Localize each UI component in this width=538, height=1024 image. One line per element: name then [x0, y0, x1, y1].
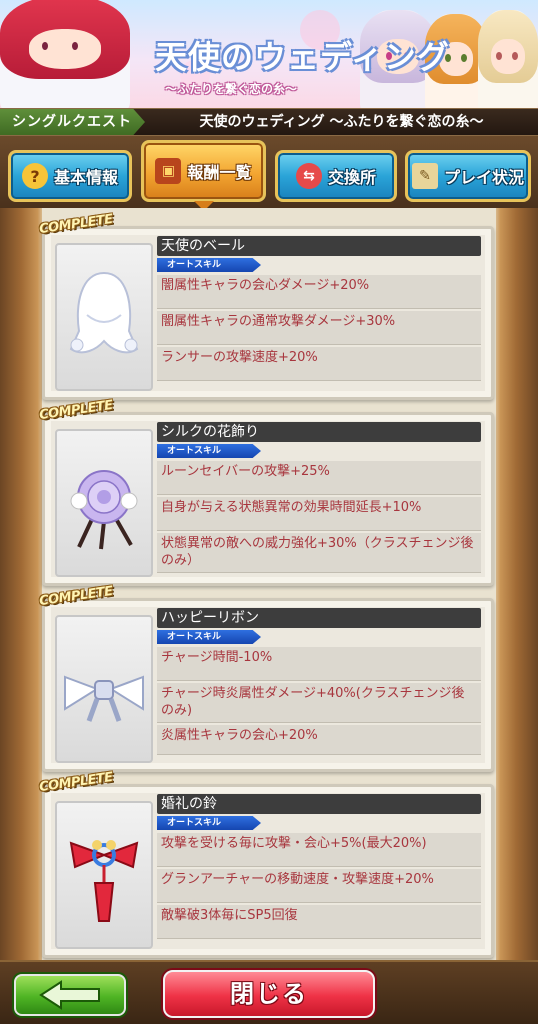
- exchange-icon: ⇆: [295, 163, 322, 189]
- auto-skill-tag: オートスキル: [157, 444, 261, 458]
- veil-icon: [69, 271, 139, 354]
- tab-label: プレイ状況: [443, 168, 524, 187]
- skill-effect: 闇属性キャラの会心ダメージ+20%: [157, 275, 481, 309]
- reward-item-thumbnail: [55, 429, 153, 577]
- event-logo: 天使のウェディング ～ふたりを繋ぐ恋の糸～: [135, 22, 449, 100]
- auto-skill-tag: オートスキル: [157, 258, 261, 272]
- skill-effect: 自身が与える状態異常の効果時間延長+10%: [157, 497, 481, 531]
- quest-name: 天使のウェディング ～ふたりを繋ぐ恋の糸～: [199, 114, 484, 130]
- tab-exchange[interactable]: ⇆ 交換所: [275, 150, 397, 202]
- close-button[interactable]: 閉じる: [163, 970, 375, 1018]
- event-subtitle: ～ふたりを繋ぐ恋の糸～: [165, 82, 298, 96]
- scroll-icon: ✎: [411, 163, 438, 189]
- reward-card: COMPLETE 天使のベール オートスキル 闇属性キャラの会心ダメージ+20%…: [38, 212, 494, 400]
- skill-effect: 闇属性キャラの通常攻撃ダメージ+30%: [157, 311, 481, 345]
- auto-skill-tag: オートスキル: [157, 816, 261, 830]
- quest-info-bar: シングルクエスト 天使のウェディング ～ふたりを繋ぐ恋の糸～: [0, 108, 538, 136]
- skill-effect: グランアーチャーの移動速度・攻撃速度+20%: [157, 869, 481, 903]
- reward-card: COMPLETE ハッピーリボン オートスキル チャージ時間-10% チャージ時…: [38, 584, 494, 772]
- reward-item-thumbnail: [55, 243, 153, 391]
- reward-card: COMPLETE シルクの花飾り オートスキル ルーンセイバーの攻撃+25% 自…: [38, 398, 494, 586]
- tab-play-status[interactable]: ✎ プレイ状況: [405, 150, 531, 202]
- footer-bar: 閉じる: [0, 960, 538, 1024]
- reward-item-thumbnail: [55, 801, 153, 949]
- reward-item-thumbnail: [55, 615, 153, 763]
- skill-effect: チャージ時間-10%: [157, 647, 481, 681]
- ribbon-icon: [64, 675, 144, 722]
- skill-effect: 攻撃を受ける毎に攻撃・会心+5%(最大20%): [157, 833, 481, 867]
- back-button[interactable]: [14, 974, 126, 1016]
- question-icon: ?: [21, 163, 48, 189]
- reward-item-name: シルクの花飾り: [157, 422, 481, 442]
- skill-effect: 炎属性キャラの会心+20%: [157, 725, 481, 755]
- reward-item-name: 天使のベール: [157, 236, 481, 256]
- reward-card: COMPLETE 婚礼の鈴 オートスキル 攻撃を受ける毎に攻撃・会心+5%(最大…: [38, 770, 494, 958]
- bell-charm-icon: [69, 840, 139, 922]
- skill-effect: ランサーの攻撃速度+20%: [157, 347, 481, 381]
- tab-label: 基本情報: [53, 168, 118, 187]
- event-banner: 天使のウェディング ～ふたりを繋ぐ恋の糸～: [0, 0, 538, 108]
- skill-effect: 状態異常の敵への威力強化+30%（クラスチェンジ後のみ）: [157, 533, 481, 573]
- tab-rewards[interactable]: ▣ 報酬一覧: [141, 140, 266, 211]
- reward-list-screen: 天使のウェディング ～ふたりを繋ぐ恋の糸～ シングルクエスト 天使のウェディング…: [0, 0, 538, 1024]
- treasure-chest-icon: ▣: [155, 158, 182, 184]
- character-left-illustration: [0, 0, 130, 108]
- left-arrow-icon: [39, 980, 100, 1010]
- reward-list-frame[interactable]: COMPLETE 天使のベール オートスキル 闇属性キャラの会心ダメージ+20%…: [0, 208, 538, 960]
- reward-item-name: 婚礼の鈴: [157, 794, 481, 814]
- skill-effect: 敵撃破3体毎にSP5回復: [157, 905, 481, 939]
- event-title: 天使のウェディング: [155, 38, 450, 76]
- flower-ornament-icon: [70, 470, 138, 550]
- auto-skill-tag: オートスキル: [157, 630, 261, 644]
- tab-bar: ? 基本情報 ▣ 報酬一覧 ⇆ 交換所 ✎ プレイ状況: [0, 136, 538, 211]
- character-blonde-illustration: [478, 10, 538, 108]
- tab-label: 報酬一覧: [187, 163, 252, 182]
- tab-basic-info[interactable]: ? 基本情報: [8, 150, 132, 202]
- quest-type-label: シングルクエスト: [0, 109, 145, 135]
- skill-effect: チャージ時炎属性ダメージ+40%(クラスチェンジ後のみ): [157, 683, 481, 723]
- reward-item-name: ハッピーリボン: [157, 608, 481, 628]
- tab-label: 交換所: [327, 168, 376, 187]
- skill-effect: ルーンセイバーの攻撃+25%: [157, 461, 481, 495]
